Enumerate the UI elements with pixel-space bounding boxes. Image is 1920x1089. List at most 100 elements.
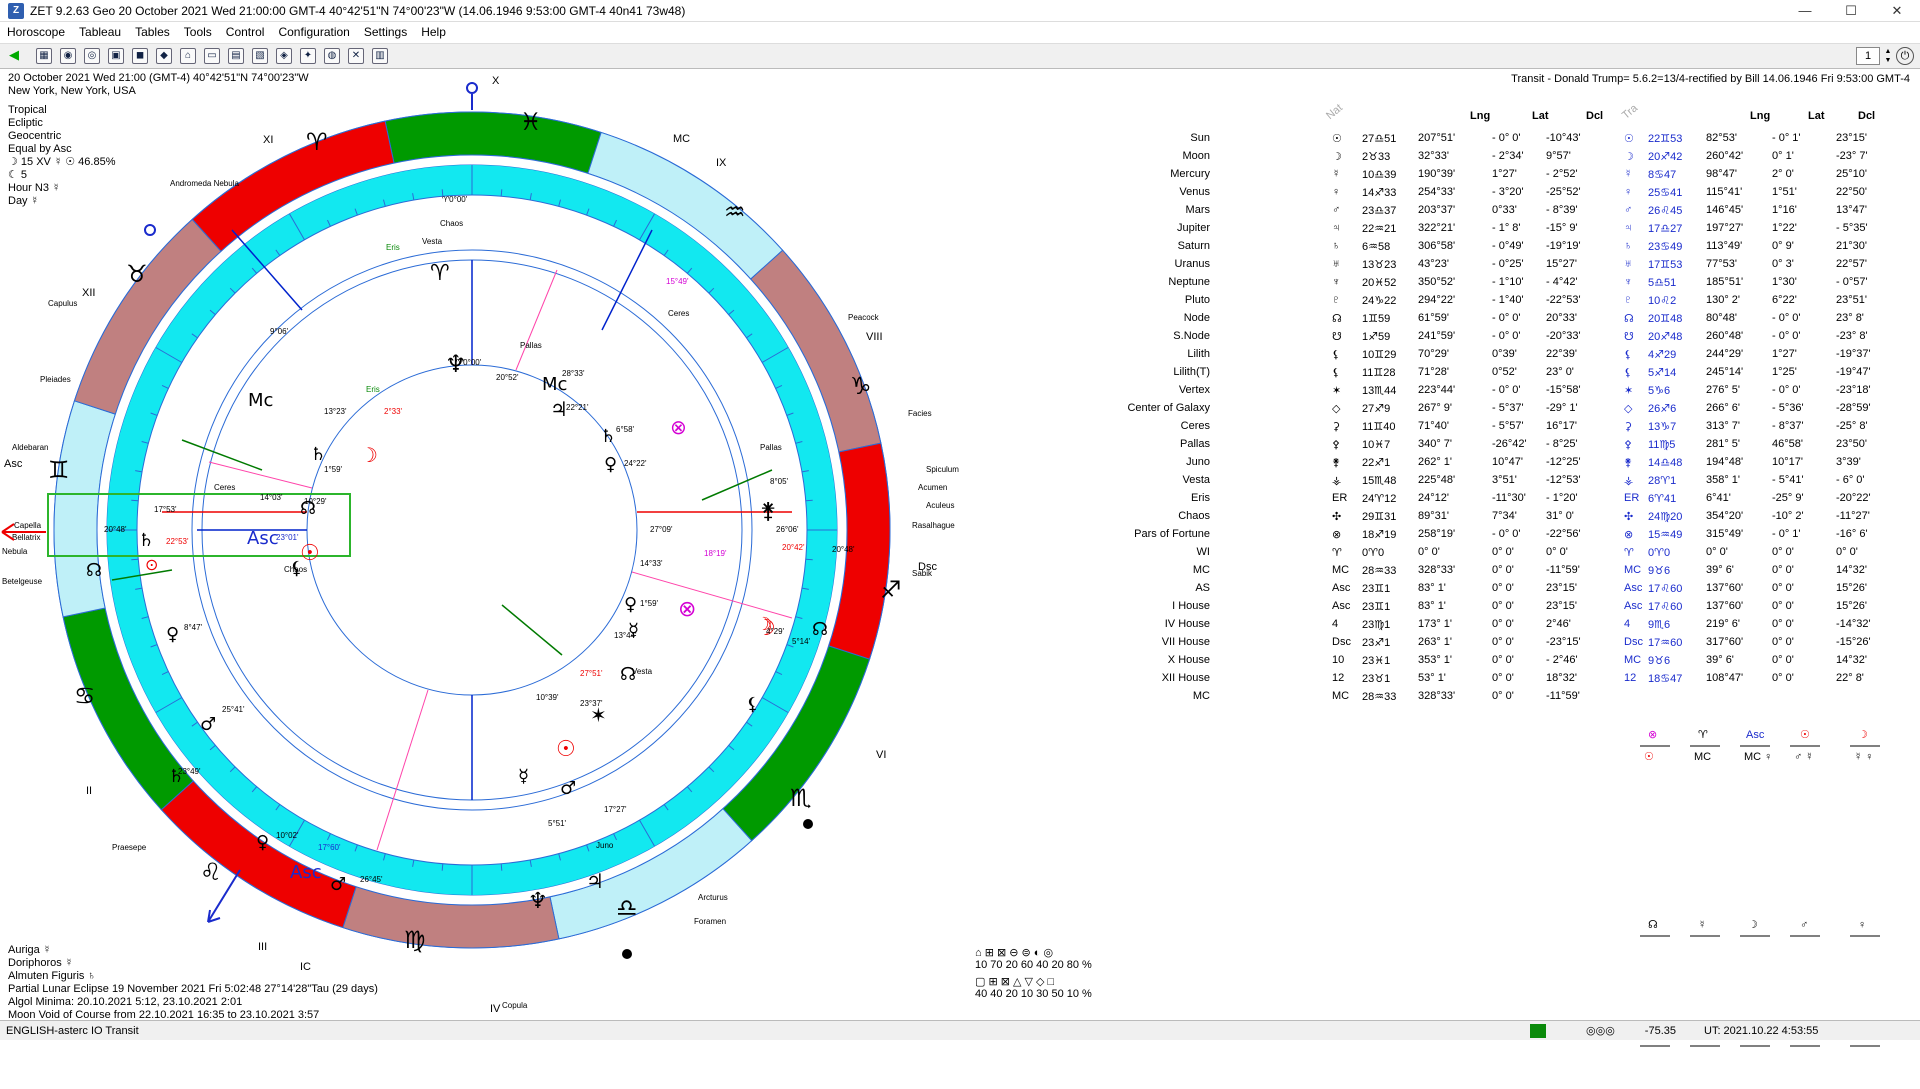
minimize-button[interactable]: — xyxy=(1782,0,1828,22)
menu-tableau[interactable]: Tableau xyxy=(72,25,128,39)
house-icon[interactable]: ⌂ xyxy=(180,48,196,64)
table-row[interactable]: Sun ☉ 27♎51 207°51' - 0° 0' -10°43' ☉ 22♊53 82°5… xyxy=(1100,132,1920,150)
table-row[interactable]: WI ♈ 0♈0 0° 0' 0° 0' 0° 0' ♈ 0♈0 0° 0' 0° 0' 0° 0' xyxy=(1100,546,1920,564)
acumen-label: Acumen xyxy=(918,483,947,492)
globe-icon[interactable]: ◉ xyxy=(60,48,76,64)
natal-longitude: 173° 1' xyxy=(1418,618,1453,630)
degree-label: 24°22' xyxy=(624,459,647,468)
menu-control[interactable]: Control xyxy=(219,25,272,39)
col-dcl: Dcl xyxy=(1586,110,1604,122)
natal-longitude: 294°22' xyxy=(1418,294,1456,306)
page-spinner-icon[interactable]: ▲ ▼ xyxy=(1882,47,1894,65)
taurus-icon: ♉ xyxy=(126,260,148,288)
horoscope-wheel[interactable]: ♓ ♈ ♉ ♊ ♋ ♌ ♍ ♎ ♏ ♐ ♑ ♒ X XI MC IX XII V… xyxy=(0,70,1000,1020)
star-icon[interactable]: ✦ xyxy=(300,48,316,64)
table-row[interactable]: Chaos ✣ 29♊31 89°31' 7°34' 31° 0' ✣ 24♍20 354°20… xyxy=(1100,510,1920,528)
map-icon[interactable]: ◼ xyxy=(132,48,148,64)
menu-tools[interactable]: Tools xyxy=(177,25,219,39)
table-row[interactable]: Node ☊ 1♊59 61°59' - 0° 0' 20°33' ☊ 20♊48 80°48'… xyxy=(1100,312,1920,330)
planet-name: Vesta xyxy=(1182,474,1210,486)
menu-horoscope[interactable]: Horoscope xyxy=(0,25,72,39)
transit-symbol-icon: ♅ xyxy=(1624,258,1633,270)
maximize-button[interactable]: ☐ xyxy=(1828,0,1874,22)
table-row[interactable]: Vesta ⚶ 15♏48 225°48' 3°51' -12°53' ⚶ 28♈1 358° … xyxy=(1100,474,1920,492)
table-row[interactable]: Ceres ⚳ 11♊40 71°40' - 5°57' 16°17' ⚳ 13♑7 313° … xyxy=(1100,420,1920,438)
table-row[interactable]: I House Asc 23♊1 83° 1' 0° 0' 23°15' Asc 17♌60 1… xyxy=(1100,600,1920,618)
transit-icon[interactable]: ◈ xyxy=(276,48,292,64)
degree-label: 1°59' xyxy=(324,465,343,474)
transit-position: 6♈41 xyxy=(1648,493,1677,505)
table-row[interactable]: S.Node ☋ 1♐59 241°59' - 0° 0' -20°33' ☋ 20♐48 26… xyxy=(1100,330,1920,348)
transit-latitude: 1°16' xyxy=(1772,204,1797,216)
chart-icon[interactable]: ▣ xyxy=(108,48,124,64)
window-icon[interactable]: ▭ xyxy=(204,48,220,64)
table-icon[interactable]: ▦ xyxy=(36,48,52,64)
menu-settings[interactable]: Settings xyxy=(357,25,414,39)
target-icon[interactable]: ◍ xyxy=(324,48,340,64)
natal-position: 10♓7 xyxy=(1362,439,1391,451)
table-row[interactable]: X House 10 23♓1 353° 1' 0° 0' - 2°46' MC 9♉6 39°… xyxy=(1100,654,1920,672)
table-row[interactable]: Lilith(T) ⚸ 11♊28 71°28' 0°52' 23° 0' ⚸ 5♐14 245… xyxy=(1100,366,1920,384)
natal-latitude: - 0° 0' xyxy=(1492,528,1521,540)
degree-label: 5°51' xyxy=(548,819,567,828)
natal-declination: 23°15' xyxy=(1546,582,1577,594)
table-row[interactable]: Eris ER 24♈12 24°12' -11°30' - 1°20' ER 6♈41 6°4… xyxy=(1100,492,1920,510)
transit-longitude: 39° 6' xyxy=(1706,564,1734,576)
pallas-right-label: Pallas xyxy=(760,443,782,452)
grid-icon[interactable]: ▧ xyxy=(252,48,268,64)
menu-help[interactable]: Help xyxy=(414,25,453,39)
planet-name: XII House xyxy=(1161,672,1210,684)
back-arrow-icon[interactable]: ◀ xyxy=(6,48,22,64)
tools-icon[interactable]: ✕ xyxy=(348,48,364,64)
natal-latitude: - 0° 0' xyxy=(1492,384,1521,396)
table-row[interactable]: Venus ♀ 14♐33 254°33' - 3°20' -25°52' ♀ 25♋41 11… xyxy=(1100,186,1920,204)
table-row[interactable]: MC MC 28♒33 328°33' 0° 0' -11°59' MC 9♉6 39° 6' 0… xyxy=(1100,564,1920,582)
bellatrix-label: Bellatrix xyxy=(12,533,40,542)
status-chart-icons[interactable]: ◎◎◎ xyxy=(1586,1024,1615,1037)
print-icon[interactable]: ▥ xyxy=(372,48,388,64)
close-button[interactable]: ✕ xyxy=(1874,0,1920,22)
mars-transit-icon: ♂ xyxy=(560,778,576,799)
degree-label: 13°23' xyxy=(324,407,347,416)
vesta-label: Vesta xyxy=(422,237,443,246)
table-row[interactable]: Juno ⚵ 22♐1 262° 1' 10°47' -12°25' ⚵ 14♎48 194°4… xyxy=(1100,456,1920,474)
table-row[interactable]: IV House 4 23♍1 173° 1' 0° 0' 2°46' 4 9♏6 219° 6… xyxy=(1100,618,1920,636)
table-row[interactable]: Mars ♂ 23♎37 203°37' 0°33' - 8°39' ♂ 26♌45 146°4… xyxy=(1100,204,1920,222)
table-row[interactable]: Lilith ⚸ 10♊29 70°29' 0°39' 22°39' ⚸ 4♐29 244°29… xyxy=(1100,348,1920,366)
aspect-icon[interactable]: ◆ xyxy=(156,48,172,64)
power-icon[interactable]: ⏻ xyxy=(1896,47,1914,65)
natal-longitude: 71°40' xyxy=(1418,420,1449,432)
degree-label: 8°47' xyxy=(184,623,203,632)
degree-label: 6°58' xyxy=(616,425,635,434)
table-row[interactable]: Pluto ♇ 24♑22 294°22' - 1°40' -22°53' ♇ 10♌2 130… xyxy=(1100,294,1920,312)
natal-latitude: 0° 0' xyxy=(1492,582,1514,594)
table-row[interactable]: Center of Galaxy ◇ 27♐9 267° 9' - 5°37' -29° … xyxy=(1100,402,1920,420)
menu-tables[interactable]: Tables xyxy=(128,25,177,39)
col-lat-transit: Lat xyxy=(1808,110,1825,122)
table-row[interactable]: MC MC 28♒33 328°33' 0° 0' -11°59' xyxy=(1100,690,1920,708)
table-row[interactable]: XII House 12 23♉1 53° 1' 0° 0' 18°32' 12 18♋47 1… xyxy=(1100,672,1920,690)
table-row[interactable]: Jupiter ♃ 22♒21 322°21' - 1° 8' -15° 9' ♃ 17♎27… xyxy=(1100,222,1920,240)
menu-configuration[interactable]: Configuration xyxy=(271,25,356,39)
table-row[interactable]: Mercury ☿ 10♎39 190°39' 1°27' - 2°52' ☿ 8♋47 98°… xyxy=(1100,168,1920,186)
transit-longitude: 185°51' xyxy=(1706,276,1744,288)
table-row[interactable]: Vertex ✶ 13♏44 223°44' - 0° 0' -15°58' ✶ 5♑6 276… xyxy=(1100,384,1920,402)
transit-latitude: 0° 0' xyxy=(1772,672,1794,684)
status-indicator-icon xyxy=(1530,1023,1546,1038)
natal-latitude: 0° 0' xyxy=(1492,600,1514,612)
table-row[interactable]: Moon ☽ 2♉33 32°33' - 2°34' 9°57' ☽ 20♐42 260°42'… xyxy=(1100,150,1920,168)
page-number-input[interactable]: 1 xyxy=(1856,47,1880,65)
table-row[interactable]: Uranus ♅ 13♉23 43°23' - 0°25' 15°27' ♅ 17♊53 77°… xyxy=(1100,258,1920,276)
table-row[interactable]: Pars of Fortune ⊗ 18♐19 258°19' - 0° 0' -22°5… xyxy=(1100,528,1920,546)
list-icon[interactable]: ▤ xyxy=(228,48,244,64)
node-natal-icon: ☊ xyxy=(86,560,102,581)
natal-symbol-icon: ⊗ xyxy=(1332,529,1342,541)
wheel-icon[interactable]: ◎ xyxy=(84,48,100,64)
degree-label: 5°14' xyxy=(792,637,811,646)
table-row[interactable]: AS Asc 23♊1 83° 1' 0° 0' 23°15' Asc 17♌60 137°60… xyxy=(1100,582,1920,600)
table-row[interactable]: Saturn ♄ 6♒58 306°58' - 0°49' -19°19' ♄ 23♋49 11… xyxy=(1100,240,1920,258)
table-row[interactable]: Neptune ♆ 20♓52 350°52' - 1°10' - 4°42' ♆ 5♎51 1… xyxy=(1100,276,1920,294)
table-row[interactable]: VII House Dsc 23♐1 263° 1' 0° 0' -23°15' Dsc 17… xyxy=(1100,636,1920,654)
table-row[interactable]: Pallas ⚴ 10♓7 340° 7' -26°42' - 8°25' ⚴ 11♍5 281… xyxy=(1100,438,1920,456)
almuten-line: Almuten Figuris ♄ xyxy=(8,970,96,982)
